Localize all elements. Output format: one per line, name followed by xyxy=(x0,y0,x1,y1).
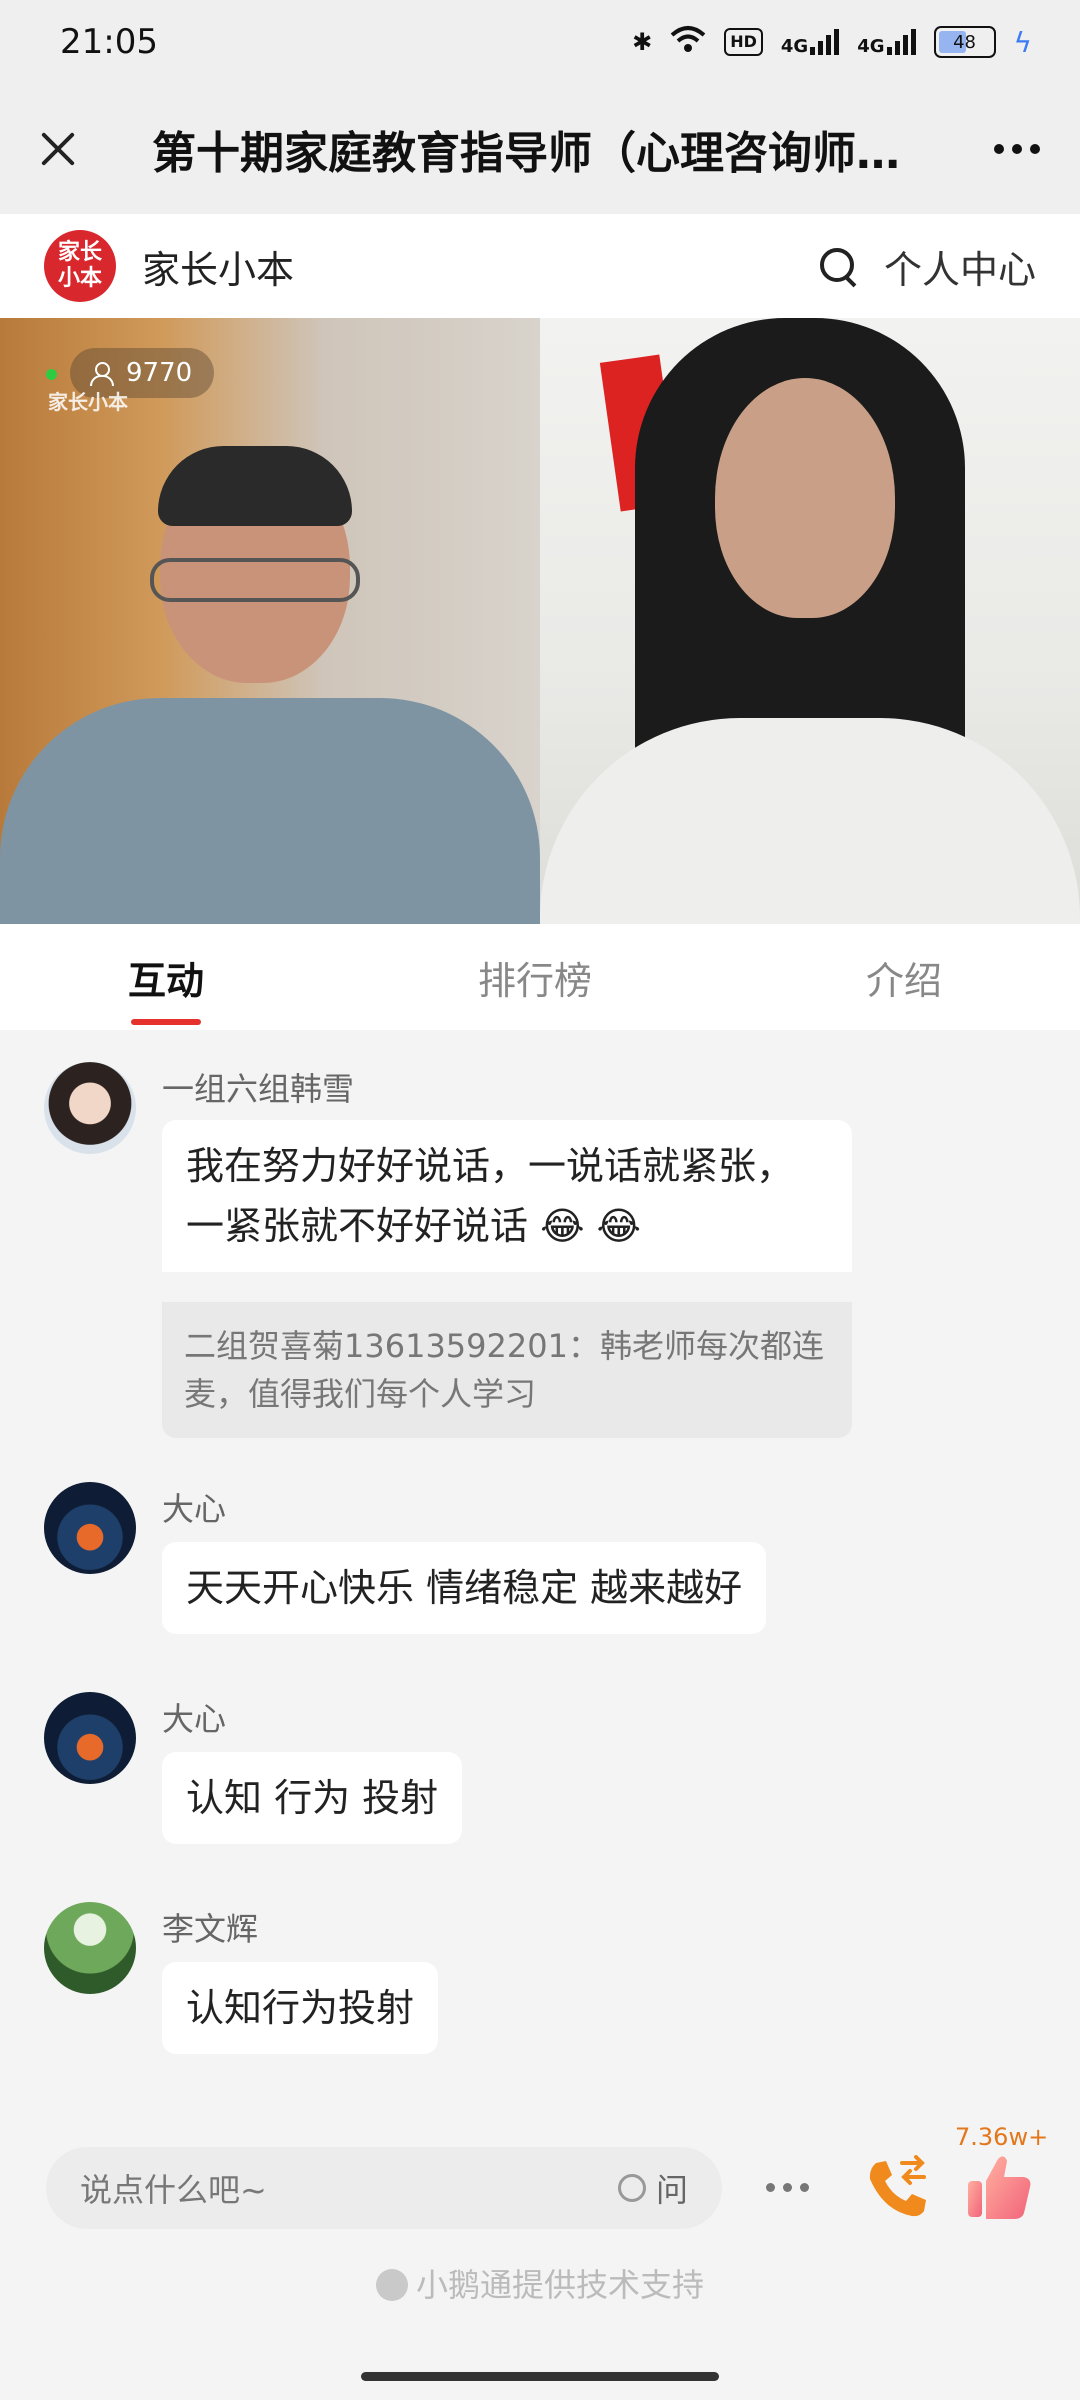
tech-support-footer: 小鹅通提供技术支持 xyxy=(0,2260,1080,2306)
title-bar: 第十期家庭教育指导师（心理咨询师… xyxy=(0,84,1080,214)
viewers-icon xyxy=(90,362,116,386)
brand-name[interactable]: 家长小本 xyxy=(142,239,294,294)
personal-center-link[interactable]: 个人中心 xyxy=(884,239,1036,294)
hd-voice-icon: HD xyxy=(724,28,763,56)
battery-icon: 48 xyxy=(933,26,996,58)
status-icons: ✱ HD 4G 4G 48 ϟ xyxy=(632,25,1032,59)
ask-toggle-icon[interactable] xyxy=(617,2174,646,2202)
avatar[interactable] xyxy=(44,1482,136,1574)
ask-label[interactable]: 问 xyxy=(656,2165,688,2211)
brand-logo[interactable]: 家长 小本 xyxy=(44,230,116,302)
tab-leaderboard[interactable]: 排行榜 xyxy=(478,950,592,1005)
signal-icon-1: 4G xyxy=(781,29,840,56)
bottom-bar: 说点什么吧~ 问 7.36w+ 小鹅通提供技术支持 xyxy=(0,2115,1080,2400)
search-icon[interactable] xyxy=(818,246,858,286)
chat-username: 大心 xyxy=(162,1700,227,1738)
signal-icon-2: 4G xyxy=(857,29,916,56)
comment-input[interactable]: 说点什么吧~ 问 xyxy=(46,2147,722,2229)
tab-bar: 互动 排行榜 介绍 xyxy=(0,924,1080,1030)
status-bar: 21:05 ✱ HD 4G 4G 48 ϟ xyxy=(0,0,1080,84)
close-icon[interactable] xyxy=(28,119,88,179)
chat-bubble: 天天开心快乐 情绪稳定 越来越好 xyxy=(162,1542,767,1634)
comment-placeholder: 说点什么吧~ xyxy=(80,2171,267,2209)
like-thumb-icon[interactable] xyxy=(964,2151,1034,2223)
avatar[interactable] xyxy=(44,1692,136,1784)
mic-connect-icon[interactable] xyxy=(862,2155,932,2221)
live-video[interactable]: 9770 家长小本 xyxy=(0,318,1080,924)
tab-introduction[interactable]: 介绍 xyxy=(866,950,942,1005)
quoted-message: 二组贺喜菊13613592201：韩老师每次都连 麦，值得我们每个人学习 xyxy=(162,1302,852,1438)
tab-interaction[interactable]: 互动 xyxy=(128,950,204,1005)
xiaoetong-logo-icon xyxy=(375,2269,408,2301)
live-indicator xyxy=(46,369,57,380)
avatar[interactable] xyxy=(44,1902,136,1994)
wifi-icon xyxy=(670,25,706,59)
chat-bubble: 认知行为投射 xyxy=(162,1962,439,2054)
page-title: 第十期家庭教育指导师（心理咨询师… xyxy=(152,128,900,179)
chat-username: 一组六组韩雪 xyxy=(162,1070,355,1108)
video-watermark: 家长小本 xyxy=(48,390,128,414)
like-count: 7.36w+ xyxy=(955,2123,1049,2151)
charging-icon: ϟ xyxy=(1013,25,1032,59)
chat-bubble: 我在努力好好说话，一说话就紧张， 一紧张就不好好说话 😂 😂 xyxy=(162,1120,852,1272)
bluetooth-icon: ✱ xyxy=(632,28,653,56)
more-options-icon[interactable] xyxy=(982,144,1052,154)
more-actions-icon[interactable] xyxy=(766,2183,809,2192)
chat-list[interactable]: 一组六组韩雪 我在努力好好说话，一说话就紧张， 一紧张就不好好说话 😂 😂 二组… xyxy=(0,1030,1080,2115)
chat-username: 大心 xyxy=(162,1490,227,1528)
video-host-left: 9770 家长小本 xyxy=(0,318,540,924)
chat-bubble: 认知 行为 投射 xyxy=(162,1752,463,1844)
chat-username: 李文辉 xyxy=(162,1910,259,1948)
brand-header: 家长 小本 家长小本 个人中心 xyxy=(0,214,1080,318)
status-time: 21:05 xyxy=(60,22,158,62)
home-indicator[interactable] xyxy=(361,2372,719,2381)
avatar[interactable] xyxy=(44,1062,136,1154)
video-guest-right xyxy=(540,318,1080,924)
